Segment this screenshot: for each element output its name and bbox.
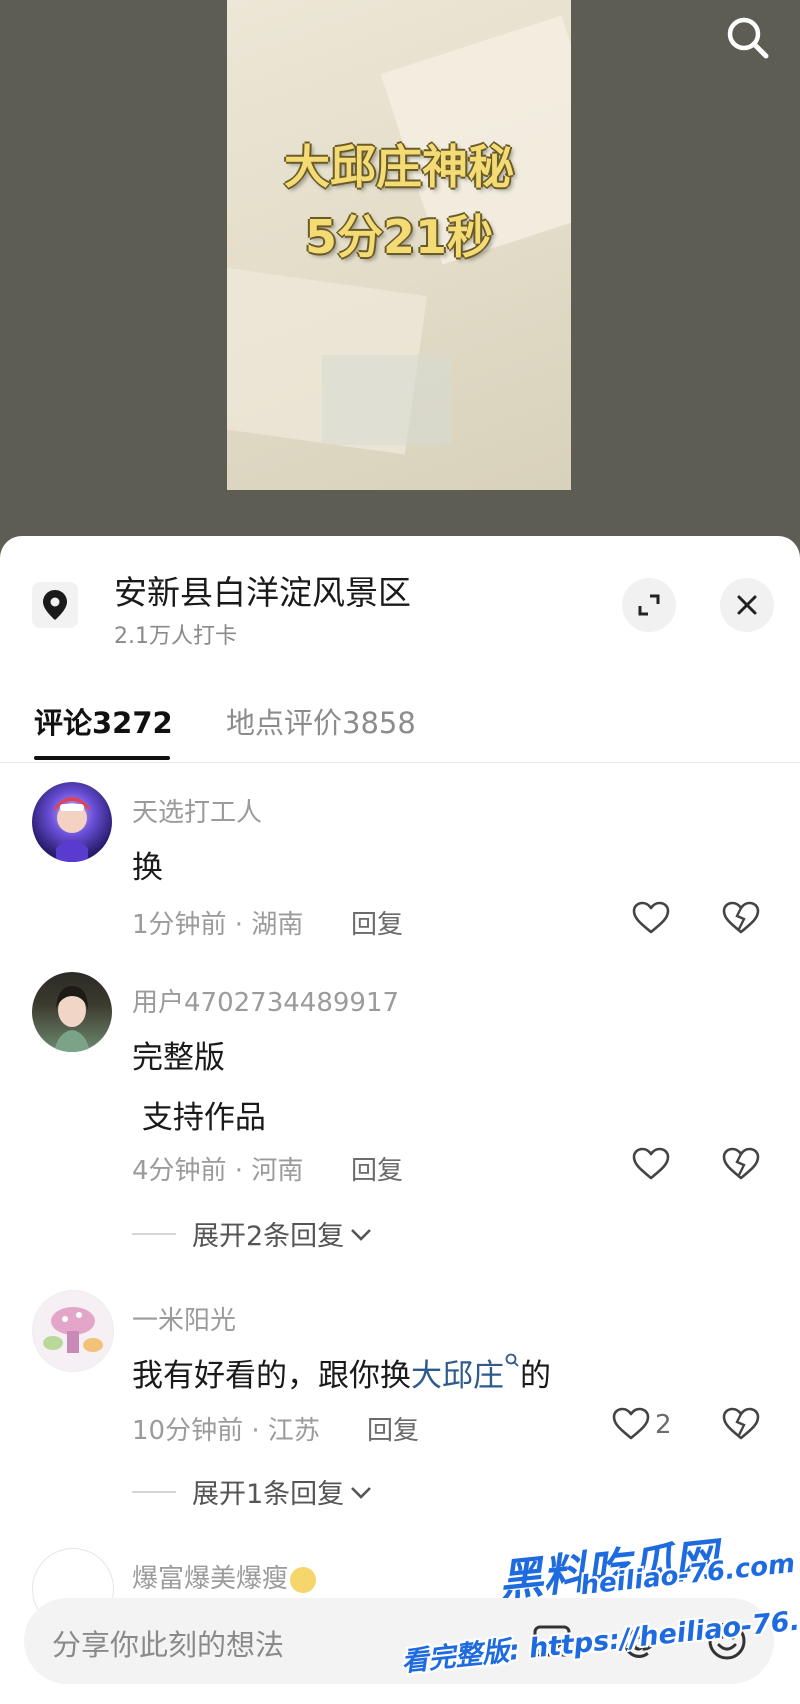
comment-text-after: 的 [520, 1358, 551, 1394]
comment-username[interactable]: 用户4702734489917 [132, 982, 399, 1019]
location-name[interactable]: 安新县白洋淀风景区 [114, 566, 411, 614]
comment-meta: 10分钟前 · 江苏 [132, 1416, 320, 1446]
location-pin-icon [32, 582, 78, 628]
reply-button[interactable]: 回复 [351, 904, 403, 941]
close-button[interactable] [720, 578, 774, 632]
sheet-tabs: 评论3272 地点评价3858 [0, 690, 800, 763]
expand-replies-button[interactable]: 展开2条回复 [132, 1214, 374, 1253]
hashtag-link[interactable]: 大邱庄 [411, 1358, 504, 1394]
active-tab-indicator [34, 756, 170, 760]
avatar[interactable] [32, 1290, 114, 1372]
chevron-down-icon [351, 1228, 372, 1241]
tab-comments[interactable]: 评论3272 [34, 700, 173, 742]
chevron-down-icon [351, 1486, 372, 1499]
comment-meta: 4分钟前 · 河南 [132, 1156, 304, 1186]
divider [132, 1490, 176, 1493]
avatar[interactable] [32, 782, 112, 862]
comment-text: 换 [132, 850, 163, 886]
dislike-button[interactable] [720, 897, 762, 939]
expand-replies-label: 展开1条回复 [192, 1479, 345, 1510]
reply-button[interactable]: 回复 [367, 1410, 419, 1447]
comment-text-line1: 完整版 [132, 1040, 225, 1076]
comment-text: 我有好看的，跟你换大邱庄的 [132, 1350, 551, 1395]
close-icon [737, 595, 757, 615]
comment-username[interactable]: 爆富爆美爆瘦 [132, 1558, 317, 1595]
comment-meta: 1分钟前 · 湖南 [132, 910, 304, 940]
comment-username-text: 爆富爆美爆瘦 [132, 1564, 289, 1594]
heart-icon [632, 901, 670, 934]
comment-username[interactable]: 一米阳光 [132, 1300, 236, 1337]
broken-heart-icon [722, 901, 760, 934]
expand-replies-label: 展开2条回复 [192, 1221, 345, 1252]
search-icon [727, 17, 769, 59]
dislike-button[interactable] [720, 1143, 762, 1185]
search-icon [505, 1353, 519, 1367]
location-checkins: 2.1万人打卡 [114, 624, 237, 649]
video-player[interactable]: 大邱庄神秘 5分21秒 [0, 0, 800, 540]
reply-button[interactable]: 回复 [351, 1150, 403, 1187]
like-button[interactable] [630, 1143, 672, 1185]
comment-input[interactable]: 分享你此刻的想法 [52, 1622, 284, 1664]
comment-text-line2: 支持作品 [132, 1100, 266, 1136]
comment-username[interactable]: 天选打工人 [132, 792, 262, 829]
video-title-line2: 5分21秒 [304, 210, 494, 264]
broken-heart-icon [722, 1407, 760, 1440]
video-title-line1: 大邱庄神秘 [284, 140, 514, 194]
divider [132, 1232, 176, 1235]
expand-icon [638, 594, 660, 616]
like-count: 2 [655, 1410, 672, 1440]
like-button[interactable] [630, 897, 672, 939]
heart-icon [612, 1407, 650, 1440]
dislike-button[interactable] [720, 1403, 762, 1445]
search-button[interactable] [718, 8, 778, 68]
expand-button[interactable] [622, 578, 676, 632]
heart-icon [632, 1147, 670, 1180]
avatar[interactable] [32, 972, 112, 1052]
comment-text-before: 我有好看的，跟你换 [132, 1358, 411, 1394]
expand-replies-button[interactable]: 展开1条回复 [132, 1472, 374, 1511]
video-frame: 大邱庄神秘 5分21秒 [227, 0, 571, 490]
emoji-icon [290, 1566, 317, 1593]
like-button[interactable] [610, 1403, 652, 1445]
broken-heart-icon [722, 1147, 760, 1180]
tab-place-reviews[interactable]: 地点评价3858 [226, 700, 416, 742]
